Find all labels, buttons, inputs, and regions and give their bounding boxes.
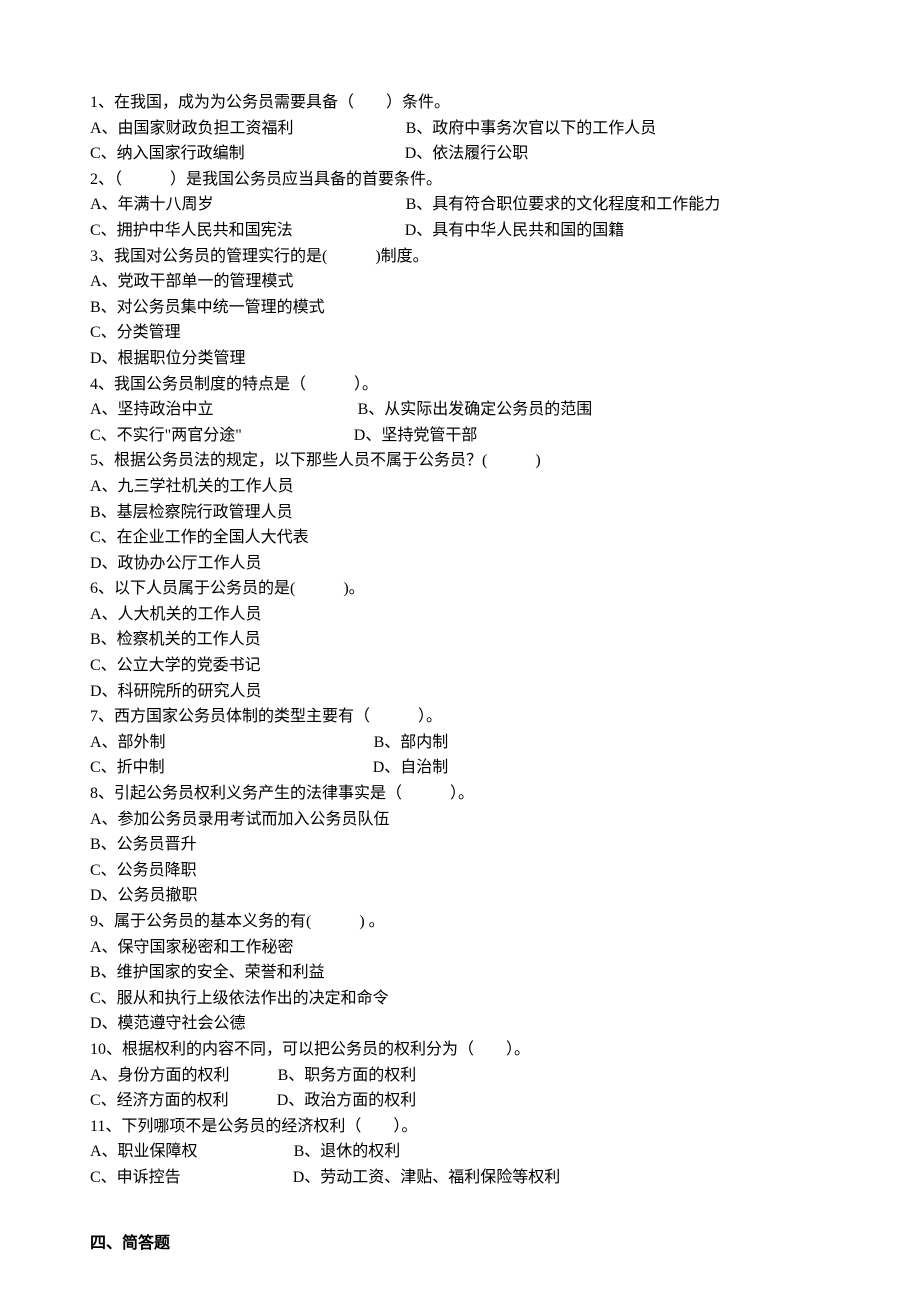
q2-option-a: A、年满十八周岁 <box>90 196 214 213</box>
q5-option-a: A、九三学社机关的工作人员 <box>90 474 830 500</box>
question-6-stem: 6、以下人员属于公务员的是( )。 <box>90 576 830 602</box>
question-11-stem: 11、下列哪项不是公务员的经济权利（ ）。 <box>90 1114 830 1140</box>
q4-option-a: A、坚持政治中立 <box>90 401 214 418</box>
q6-option-d: D、科研院所的研究人员 <box>90 679 830 705</box>
question-4-options-ab: A、坚持政治中立 B、从实际出发确定公务员的范围 <box>90 397 830 423</box>
q9-option-d: D、模范遵守社会公德 <box>90 1011 830 1037</box>
question-8-stem: 8、引起公务员权利义务产生的法律事实是（ ）。 <box>90 781 830 807</box>
q1-option-d: D、依法履行公职 <box>405 145 529 162</box>
question-2-stem: 2、（ ）是我国公务员应当具备的首要条件。 <box>90 167 830 193</box>
q5-option-c: C、在企业工作的全国人大代表 <box>90 525 830 551</box>
question-10-options-ab: A、身份方面的权利 B、职务方面的权利 <box>90 1063 830 1089</box>
q11-option-c: C、申诉控告 <box>90 1169 181 1186</box>
question-11-options-cd: C、申诉控告 D、劳动工资、津贴、福利保险等权利 <box>90 1165 830 1191</box>
q3-option-d: D、根据职位分类管理 <box>90 346 830 372</box>
question-10-stem: 10、根据权利的内容不同，可以把公务员的权利分为（ ）。 <box>90 1037 830 1063</box>
q9-option-a: A、保守国家秘密和工作秘密 <box>90 935 830 961</box>
q5-option-d: D、政协办公厅工作人员 <box>90 551 830 577</box>
q3-option-b: B、对公务员集中统一管理的模式 <box>90 295 830 321</box>
q10-option-a: A、身份方面的权利 <box>90 1067 230 1084</box>
question-7-stem: 7、西方国家公务员体制的类型主要有（ ）。 <box>90 704 830 730</box>
q4-option-d: D、坚持党管干部 <box>354 427 478 444</box>
q6-option-a: A、人大机关的工作人员 <box>90 602 830 628</box>
q4-option-b: B、从实际出发确定公务员的范围 <box>358 401 593 418</box>
q4-option-c: C、不实行"两官分途" <box>90 427 242 444</box>
q7-option-d: D、自治制 <box>373 759 449 776</box>
question-3-stem: 3、我国对公务员的管理实行的是( )制度。 <box>90 244 830 270</box>
q2-option-c: C、拥护中华人民共和国宪法 <box>90 222 293 239</box>
q8-option-c: C、公务员降职 <box>90 858 830 884</box>
section-4-heading: 四、简答题 <box>90 1231 830 1257</box>
q7-option-c: C、折中制 <box>90 759 165 776</box>
q6-option-b: B、检察机关的工作人员 <box>90 627 830 653</box>
q9-option-b: B、维护国家的安全、荣誉和利益 <box>90 960 830 986</box>
question-7-options-cd: C、折中制 D、自治制 <box>90 755 830 781</box>
question-7-options-ab: A、部外制 B、部内制 <box>90 730 830 756</box>
question-5-stem: 5、根据公务员法的规定，以下那些人员不属于公务员？( ) <box>90 448 830 474</box>
q7-option-b: B、部内制 <box>374 734 449 751</box>
q10-option-b: B、职务方面的权利 <box>278 1067 417 1084</box>
q10-option-d: D、政治方面的权利 <box>277 1092 417 1109</box>
q1-option-b: B、政府中事务次官以下的工作人员 <box>406 120 657 137</box>
question-1-stem: 1、在我国，成为为公务员需要具备（ ）条件。 <box>90 90 830 116</box>
question-11-options-ab: A、职业保障权 B、退休的权利 <box>90 1139 830 1165</box>
q11-option-a: A、职业保障权 <box>90 1143 198 1160</box>
question-4-stem: 4、我国公务员制度的特点是（ ）。 <box>90 372 830 398</box>
q8-option-b: B、公务员晋升 <box>90 832 830 858</box>
question-1-options-ab: A、由国家财政负担工资福利 B、政府中事务次官以下的工作人员 <box>90 116 830 142</box>
q10-option-c: C、经济方面的权利 <box>90 1092 229 1109</box>
q1-option-c: C、纳入国家行政编制 <box>90 145 245 162</box>
q1-option-a: A、由国家财政负担工资福利 <box>90 120 294 137</box>
question-2-options-cd: C、拥护中华人民共和国宪法 D、具有中华人民共和国的国籍 <box>90 218 830 244</box>
q9-option-c: C、服从和执行上级依法作出的决定和命令 <box>90 986 830 1012</box>
q6-option-c: C、公立大学的党委书记 <box>90 653 830 679</box>
question-4-options-cd: C、不实行"两官分途" D、坚持党管干部 <box>90 423 830 449</box>
q2-option-b: B、具有符合职位要求的文化程度和工作能力 <box>406 196 721 213</box>
question-2-options-ab: A、年满十八周岁 B、具有符合职位要求的文化程度和工作能力 <box>90 192 830 218</box>
q11-option-b: B、退休的权利 <box>294 1143 401 1160</box>
q3-option-c: C、分类管理 <box>90 320 830 346</box>
q2-option-d: D、具有中华人民共和国的国籍 <box>405 222 625 239</box>
q3-option-a: A、党政干部单一的管理模式 <box>90 269 830 295</box>
q7-option-a: A、部外制 <box>90 734 166 751</box>
question-9-stem: 9、属于公务员的基本义务的有( ) 。 <box>90 909 830 935</box>
q5-option-b: B、基层检察院行政管理人员 <box>90 500 830 526</box>
q11-option-d: D、劳动工资、津贴、福利保险等权利 <box>293 1169 561 1186</box>
q8-option-d: D、公务员撤职 <box>90 883 830 909</box>
question-10-options-cd: C、经济方面的权利 D、政治方面的权利 <box>90 1088 830 1114</box>
q8-option-a: A、参加公务员录用考试而加入公务员队伍 <box>90 807 830 833</box>
question-1-options-cd: C、纳入国家行政编制 D、依法履行公职 <box>90 141 830 167</box>
